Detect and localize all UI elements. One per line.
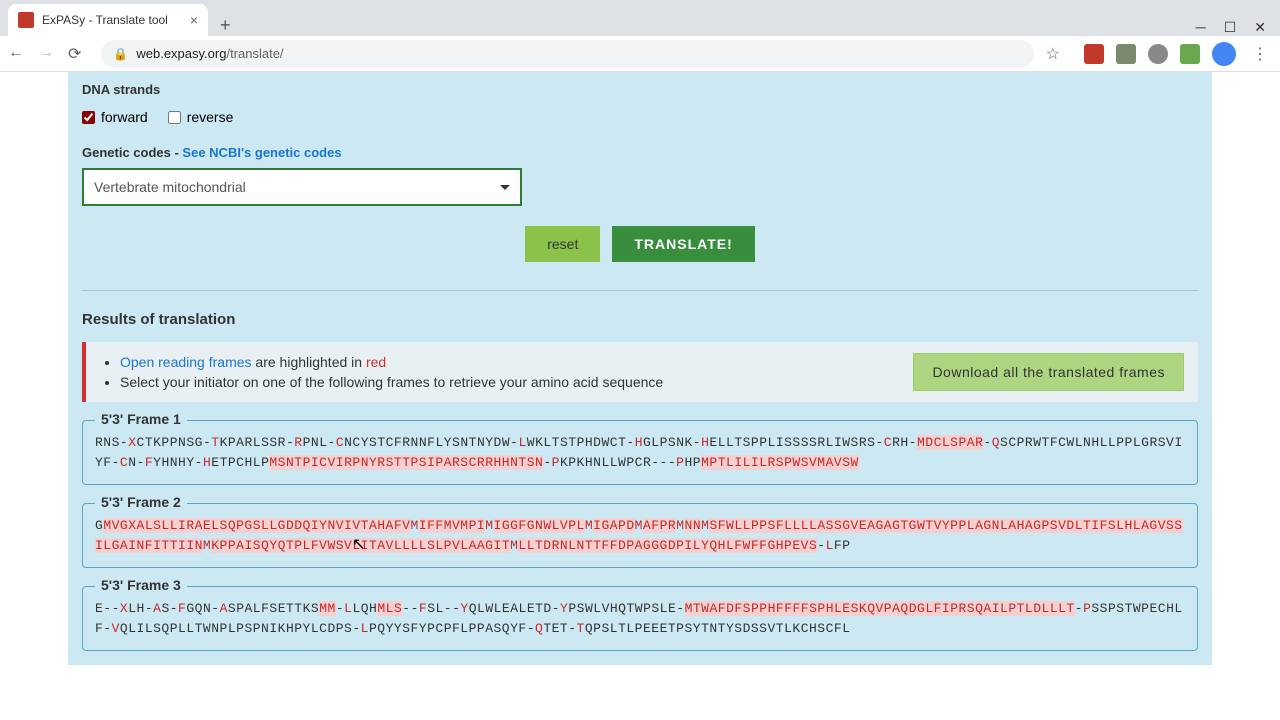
close-icon[interactable]: × [190, 12, 198, 28]
back-button[interactable]: ← [8, 44, 24, 64]
url-text: web.expasy.org/translate/ [136, 46, 283, 61]
orf-info: Open reading frames are highlighted in r… [120, 352, 663, 372]
star-icon[interactable]: ☆ [1046, 44, 1060, 64]
frame-2-sequence[interactable]: GMVGXALSLLIRAELSQPGSLLGDDQIYNVIVTAHAFVMI… [95, 516, 1185, 555]
extension-icon[interactable] [1148, 44, 1168, 64]
new-tab-button[interactable]: + [208, 15, 243, 36]
browser-tab[interactable]: ExPASy - Translate tool × [8, 4, 208, 36]
frame-1-sequence[interactable]: RNS-XCTKPPNSG-TKPARLSSR-RPNL-CNCYSTCFRNN… [95, 433, 1185, 472]
forward-button[interactable]: → [38, 44, 54, 64]
genetic-codes-label: Genetic codes - See NCBI's genetic codes [82, 137, 1198, 168]
strands-label: DNA strands [82, 72, 1198, 103]
frame-1-title: 5'3' Frame 1 [95, 411, 187, 427]
results-header: Results of translation [82, 305, 1198, 342]
address-bar[interactable]: 🔒 web.expasy.org/translate/ [101, 40, 1033, 68]
translate-button[interactable]: TRANSLATE! [612, 226, 754, 262]
menu-icon[interactable]: ⋮ [1248, 44, 1272, 64]
info-bar: Open reading frames are highlighted in r… [82, 342, 1198, 402]
forward-option[interactable]: forward [82, 109, 148, 125]
tab-favicon [18, 12, 34, 28]
maximize-button[interactable]: ☐ [1224, 19, 1237, 36]
reverse-checkbox[interactable] [168, 111, 181, 124]
reverse-option[interactable]: reverse [168, 109, 234, 125]
reset-button[interactable]: reset [525, 226, 600, 262]
frame-2-title: 5'3' Frame 2 [95, 494, 187, 510]
orf-link[interactable]: Open reading frames [120, 354, 252, 370]
lock-icon: 🔒 [113, 47, 128, 61]
extension-icon[interactable] [1116, 44, 1136, 64]
user-avatar[interactable] [1212, 42, 1236, 66]
minimize-button[interactable]: ─ [1196, 19, 1206, 36]
extension-icon[interactable] [1180, 44, 1200, 64]
forward-checkbox[interactable] [82, 111, 95, 124]
frame-2: 5'3' Frame 2 GMVGXALSLLIRAELSQPGSLLGDDQI… [82, 503, 1198, 568]
reload-button[interactable]: ⟳ [68, 44, 81, 64]
download-button[interactable]: Download all the translated frames [913, 353, 1184, 391]
chevron-down-icon [500, 185, 510, 190]
frame-3: 5'3' Frame 3 E--XLH-AS-FGQN-ASPALFSETTKS… [82, 586, 1198, 651]
divider [82, 290, 1198, 291]
frame-3-sequence[interactable]: E--XLH-AS-FGQN-ASPALFSETTKSMM-LLQHMLS--F… [95, 599, 1185, 638]
close-window-button[interactable]: ✕ [1254, 19, 1266, 36]
genetic-code-select[interactable]: Vertebrate mitochondrial [82, 168, 522, 206]
frame-3-title: 5'3' Frame 3 [95, 577, 187, 593]
ncbi-link[interactable]: See NCBI's genetic codes [182, 145, 341, 160]
initiator-info: Select your initiator on one of the foll… [120, 372, 663, 392]
frame-1: 5'3' Frame 1 RNS-XCTKPPNSG-TKPARLSSR-RPN… [82, 420, 1198, 485]
tab-title: ExPASy - Translate tool [42, 13, 182, 27]
extension-icon[interactable] [1084, 44, 1104, 64]
